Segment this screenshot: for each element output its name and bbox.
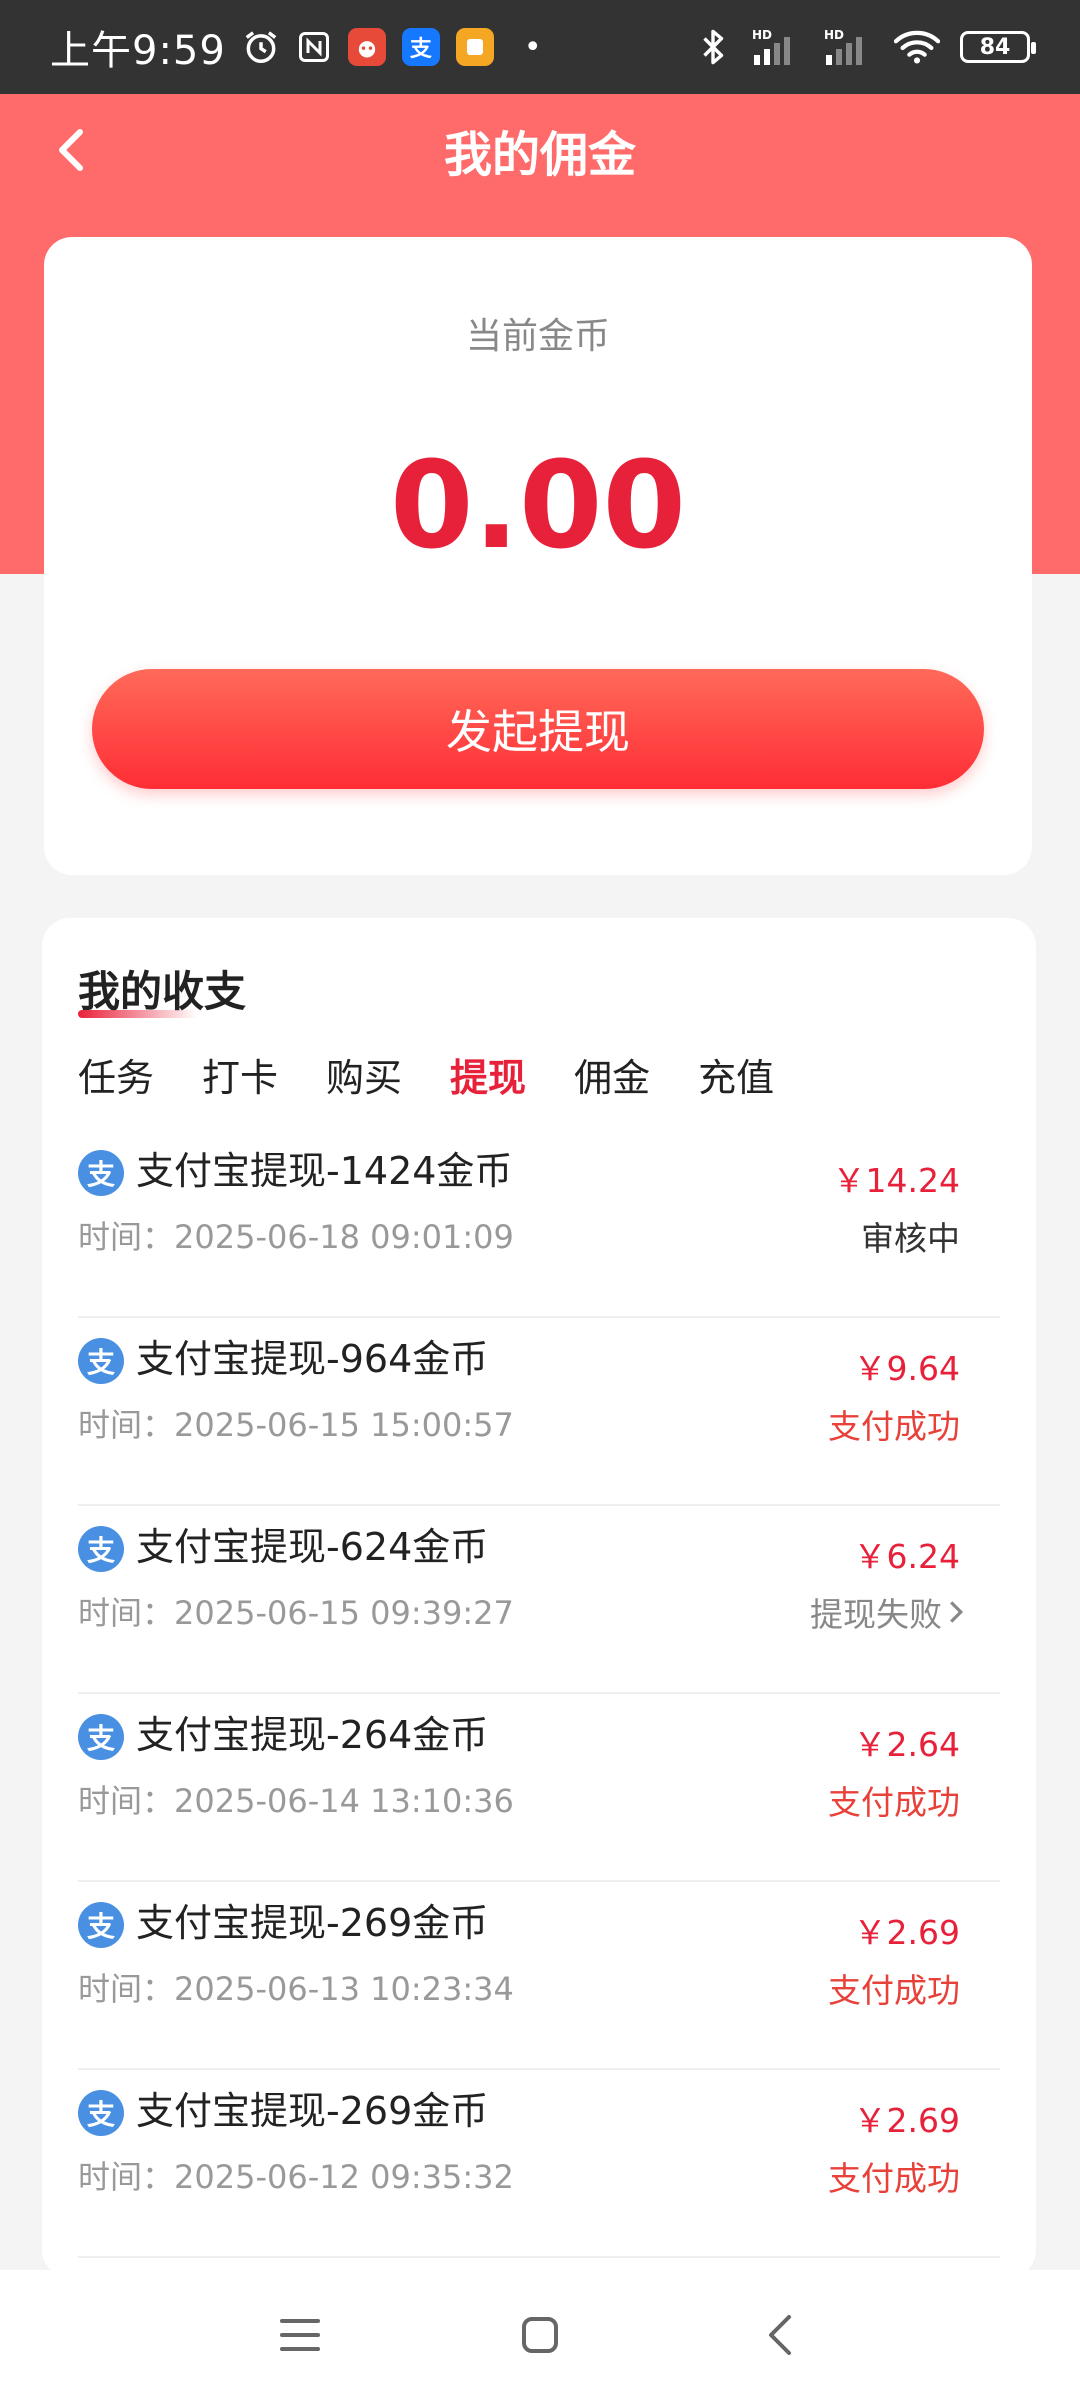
record-time: 时间：2025-06-14 13:10:36: [78, 1782, 514, 1820]
alipay-icon: 支: [78, 1526, 124, 1572]
svg-text:HD: HD: [824, 28, 844, 42]
record-status: 支付成功: [828, 1783, 960, 1822]
record-tabs: 任务 打卡 购买 提现 佣金 充值: [78, 1048, 822, 1108]
record-status: 审核中: [861, 1219, 960, 1258]
tab-recharge[interactable]: 充值: [698, 1048, 774, 1108]
record-title: 支付宝提现-1424金币: [136, 1149, 513, 1193]
wifi-icon: [894, 29, 940, 65]
alipay-icon: 支: [78, 1150, 124, 1196]
signal-icon-2: HD: [822, 27, 874, 67]
tab-task[interactable]: 任务: [78, 1048, 154, 1108]
record-time: 时间：2025-06-12 09:35:32: [78, 2158, 514, 2196]
record-status: 支付成功: [828, 1407, 960, 1446]
page: 上午9:59 支 • HD HD 84 我的佣金 当前金币 0.00 发起提现 …: [0, 0, 1080, 2400]
alipay-icon: 支: [78, 1338, 124, 1384]
list-item[interactable]: 支 支付宝提现-964金币 时间：2025-06-15 15:00:57 ￥9.…: [78, 1318, 1000, 1506]
list-item[interactable]: 支 支付宝提现-624金币 时间：2025-06-15 09:39:27 ￥6.…: [78, 1506, 1000, 1694]
back-button[interactable]: [40, 120, 100, 180]
record-status-failed[interactable]: 提现失败: [810, 1588, 964, 1636]
record-time: 时间：2025-06-15 15:00:57: [78, 1406, 514, 1444]
chevron-right-icon: [950, 1601, 964, 1623]
record-amount: ￥9.64: [853, 1349, 960, 1388]
tab-commission[interactable]: 佣金: [574, 1048, 650, 1108]
record-amount: ￥14.24: [832, 1161, 960, 1200]
list-item[interactable]: 支 支付宝提现-269金币 时间：2025-06-13 10:23:34 ￥2.…: [78, 1882, 1000, 2070]
coin-card: 当前金币 0.00 发起提现: [44, 237, 1032, 875]
list-item[interactable]: 支 支付宝提现-269金币 时间：2025-06-12 09:35:32 ￥2.…: [78, 2070, 1000, 2258]
list-item[interactable]: 支 支付宝提现-1424金币 时间：2025-06-18 09:01:09 ￥1…: [78, 1130, 1000, 1318]
alipay-icon: 支: [78, 2090, 124, 2136]
record-list: 支 支付宝提现-1424金币 时间：2025-06-18 09:01:09 ￥1…: [78, 1130, 1000, 2258]
battery-icon: 84: [960, 31, 1036, 63]
menu-icon: [280, 2319, 320, 2351]
nfc-icon: [296, 29, 332, 65]
bluetooth-icon: [696, 27, 730, 67]
title-underline: [78, 1010, 198, 1018]
record-amount: ￥2.69: [853, 1913, 960, 1952]
status-bar: 上午9:59 支 • HD HD 84: [0, 0, 1080, 94]
record-status-label: 提现失败: [810, 1595, 942, 1634]
chevron-left-icon: [59, 129, 83, 171]
list-item[interactable]: 支 支付宝提现-264金币 时间：2025-06-14 13:10:36 ￥2.…: [78, 1694, 1000, 1882]
record-time: 时间：2025-06-18 09:01:09: [78, 1218, 514, 1256]
status-right: HD HD 84: [696, 27, 1036, 67]
home-button[interactable]: [500, 2295, 580, 2375]
app-notification-icon: [347, 28, 386, 66]
tab-purchase[interactable]: 购买: [326, 1048, 402, 1108]
menu-button[interactable]: [260, 2295, 340, 2375]
status-left: 上午9:59 支 •: [50, 18, 542, 76]
signal-icon-1: HD: [750, 27, 802, 67]
notes-app-icon: [455, 28, 494, 66]
record-title: 支付宝提现-624金币: [136, 1525, 489, 1569]
record-time: 时间：2025-06-13 10:23:34: [78, 1970, 514, 2008]
tab-checkin[interactable]: 打卡: [202, 1048, 278, 1108]
record-status: 支付成功: [828, 2159, 960, 2198]
status-time: 上午9:59: [50, 28, 226, 74]
record-title: 支付宝提现-264金币: [136, 1713, 489, 1757]
record-title: 支付宝提现-964金币: [136, 1337, 489, 1381]
coin-label: 当前金币: [465, 316, 610, 357]
record-title: 支付宝提现-269金币: [136, 1901, 489, 1945]
alipay-app-icon: 支: [401, 28, 440, 66]
alipay-icon: 支: [78, 1902, 124, 1948]
more-notifications-dot: •: [523, 29, 542, 65]
system-nav-bar: [0, 2270, 1080, 2400]
back-icon: [769, 2315, 791, 2355]
nav-back-button[interactable]: [740, 2295, 820, 2375]
alarm-icon: [242, 28, 280, 66]
withdraw-button[interactable]: 发起提现: [92, 669, 984, 789]
coin-value: 0.00: [389, 437, 687, 576]
alipay-icon: 支: [78, 1714, 124, 1760]
record-time: 时间：2025-06-15 09:39:27: [78, 1594, 514, 1632]
records-card: 我的收支 任务 打卡 购买 提现 佣金 充值 支 支付宝提现-1424金币 时间…: [42, 918, 1036, 2278]
record-status: 支付成功: [828, 1971, 960, 2010]
page-title: 我的佣金: [443, 127, 636, 183]
home-icon: [522, 2317, 558, 2353]
record-amount: ￥6.24: [853, 1537, 960, 1576]
record-amount: ￥2.64: [853, 1725, 960, 1764]
record-title: 支付宝提现-269金币: [136, 2089, 489, 2133]
record-amount: ￥2.69: [853, 2101, 960, 2140]
svg-text:HD: HD: [752, 28, 772, 42]
tab-withdraw[interactable]: 提现: [450, 1048, 526, 1108]
